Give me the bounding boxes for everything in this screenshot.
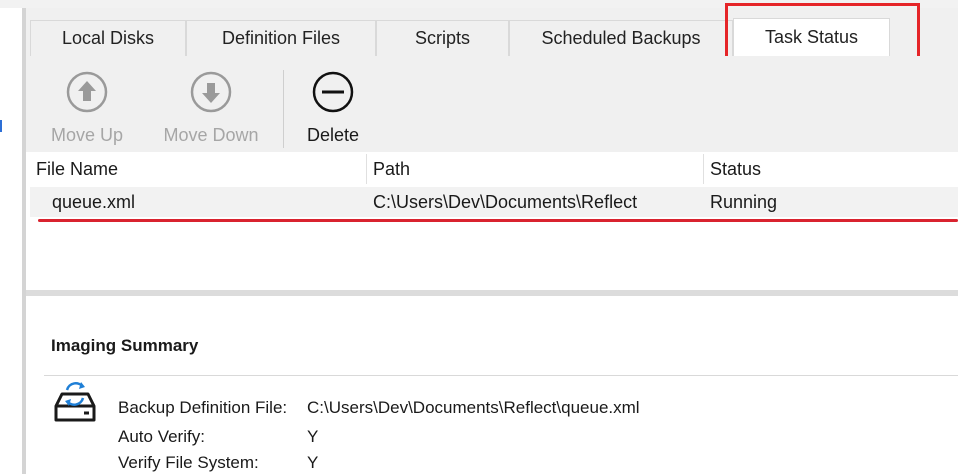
column-separator[interactable]	[366, 154, 367, 184]
cell-path: C:\Users\Dev\Documents\Reflect	[373, 191, 638, 212]
column-header-path[interactable]: Path	[373, 152, 693, 186]
move-down-button[interactable]: Move Down	[156, 70, 266, 146]
move-up-label: Move Up	[50, 125, 124, 145]
minus-circle-icon	[311, 70, 355, 119]
tab-local-disks[interactable]: Local Disks	[30, 20, 186, 56]
left-pane-marker	[0, 120, 2, 132]
delete-label: Delete	[306, 125, 360, 145]
row-highlight-underline	[38, 219, 958, 222]
summary-title: Imaging Summary	[51, 336, 199, 355]
summary-label-auto-verify: Auto Verify:	[118, 427, 205, 446]
column-header-status[interactable]: Status	[710, 152, 950, 186]
left-pane-edge	[0, 8, 22, 474]
summary-divider	[44, 375, 958, 376]
summary-value-verify-file-system: Y	[307, 453, 319, 472]
summary-label-definition-file: Backup Definition File:	[118, 398, 288, 417]
toolbar-separator	[283, 70, 284, 148]
cell-status: Running	[710, 191, 778, 212]
pane-splitter[interactable]	[26, 290, 958, 296]
backup-drive-sync-icon	[52, 380, 98, 431]
summary-value-auto-verify: Y	[307, 427, 319, 446]
move-up-button[interactable]: Move Up	[40, 70, 134, 146]
tab-scripts[interactable]: Scripts	[376, 20, 509, 56]
tab-scheduled-backups[interactable]: Scheduled Backups	[509, 20, 733, 56]
arrow-down-circle-icon	[189, 70, 233, 119]
move-down-label: Move Down	[163, 125, 259, 145]
tab-definition-files[interactable]: Definition Files	[186, 20, 376, 56]
column-header-file-name[interactable]: File Name	[36, 152, 356, 186]
cell-file-name: queue.xml	[52, 191, 136, 212]
column-separator[interactable]	[703, 154, 704, 184]
delete-button[interactable]: Delete	[300, 70, 366, 146]
arrow-up-circle-icon	[65, 70, 109, 119]
summary-value-definition-file: C:\Users\Dev\Documents\Reflect\queue.xml	[307, 398, 640, 417]
summary-label-verify-file-system: Verify File System:	[118, 453, 259, 472]
